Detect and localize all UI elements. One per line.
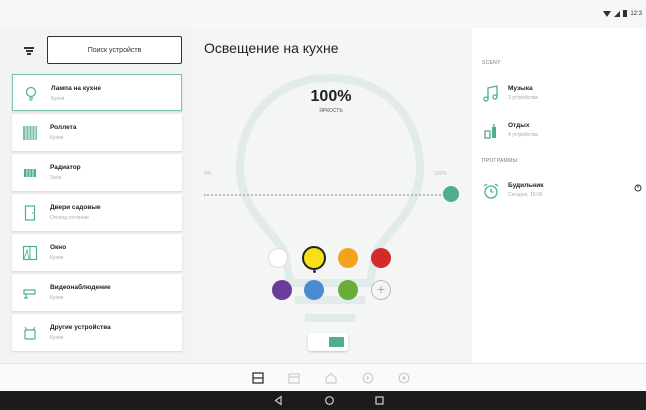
bulb-background-icon [235,73,425,322]
door-icon [24,205,36,221]
program-item-alarm[interactable]: Будильник Сегодня, 16:00 [482,180,642,210]
other-devices-icon [24,326,36,340]
color-swatch-white[interactable] [268,248,288,268]
camera-icon [23,289,36,299]
program-time: Сегодня, 16:00 [508,192,543,198]
toggle-knob [329,337,344,347]
scenes-tab-icon[interactable] [362,372,374,384]
music-icon [483,85,498,102]
device-room: Зала [50,175,62,181]
status-bar: 12:3 [0,0,646,28]
device-room: Кухня [51,96,65,102]
window-icon [22,245,38,261]
alarm-clock-icon [483,183,499,199]
status-icons: 12:3 [603,10,642,17]
scene-name: Музыка [508,85,533,92]
color-swatch-yellow[interactable] [304,248,324,268]
device-name: Видеонаблюдение [50,284,111,291]
radiator-icon [24,169,36,177]
rooms-tab-icon[interactable] [288,372,300,384]
add-color-button[interactable]: + [371,280,391,300]
android-nav-bar [0,391,646,410]
brightness-slider-track[interactable] [204,194,452,196]
slider-max-label: 100% [434,171,447,177]
device-item-other-devices[interactable]: Другие устройства Кухня [12,314,182,351]
selected-color-indicator [312,270,316,273]
color-swatch-green[interactable] [338,280,358,300]
relax-icon [484,124,496,139]
signal-icon [614,10,621,17]
brightness-slider-thumb[interactable] [443,186,459,202]
scenes-panel: SCENY Музыка 3 устройства Отдых 4 устрой… [472,28,646,363]
scene-devices: 4 устройства [508,132,538,138]
color-swatch-orange[interactable] [338,248,358,268]
device-item-garden-doors[interactable]: Двери садовые Отсеод гостиная [12,194,182,231]
bulb-icon [25,86,37,101]
device-item-radiator[interactable]: Радиатор Зала [12,154,182,191]
device-name: Лампа на кухне [51,85,101,92]
device-item-cctv[interactable]: Видеонаблюдение Кухня [12,274,182,311]
device-item-kitchen-lamp[interactable]: Лампа на кухне Кухня [12,74,182,111]
wifi-icon [603,10,612,17]
color-swatch-blue[interactable] [304,280,324,300]
program-name: Будильник [508,182,544,189]
device-room: Кухня [50,255,64,261]
status-time: 12:3 [630,10,642,17]
recents-icon[interactable] [374,395,385,406]
slider-min-label: 0% [204,171,212,177]
device-name: Двери садовые [50,204,101,211]
filter-icon[interactable] [24,47,34,55]
light-control-panel: Освещение на кухне 100% ЯРКОСТЬ 0% 100% … [190,28,472,363]
device-name: Радиатор [50,164,81,171]
page-title: Освещение на кухне [204,40,339,56]
devices-tab-icon[interactable] [252,372,264,384]
home-icon[interactable] [324,395,335,406]
device-room: Кухня [50,295,64,301]
device-room: Отсеод гостиная [50,215,89,221]
device-panel: Поиск устройств Лампа на кухне Кухня Рол… [0,28,190,363]
device-name: Роллета [50,124,77,131]
power-toggle[interactable] [308,333,348,351]
battery-icon [623,10,628,17]
back-icon[interactable] [273,395,284,406]
search-devices-button[interactable]: Поиск устройств [47,36,182,64]
device-room: Кухня [50,335,64,341]
device-name: Другие устройства [50,324,111,331]
brightness-label: ЯРКОСТЬ [319,108,343,114]
home-tab-icon[interactable] [325,372,337,384]
programs-section-label: ПРОГРАММЫ [482,158,518,164]
device-list: Лампа на кухне Кухня Роллета Кухня Радиа… [12,74,182,354]
scene-item-relax[interactable]: Отдых 4 устройства [482,120,642,150]
device-item-roller-blind[interactable]: Роллета Кухня [12,114,182,151]
device-name: Окно [50,244,67,251]
scenes-section-label: SCENY [482,60,501,66]
program-toggle-icon[interactable] [634,184,642,192]
color-swatch-red[interactable] [371,248,391,268]
scene-devices: 3 устройства [508,95,538,101]
scene-item-music[interactable]: Музыка 3 устройства [482,83,642,113]
settings-tab-icon[interactable] [398,372,410,384]
device-room: Кухня [50,135,64,141]
bottom-tab-bar [0,363,646,391]
scene-name: Отдых [508,122,530,129]
brightness-value: 100% [310,88,352,105]
device-item-window[interactable]: Окно Кухня [12,234,182,271]
roller-blind-icon [23,126,37,140]
color-swatch-purple[interactable] [272,280,292,300]
